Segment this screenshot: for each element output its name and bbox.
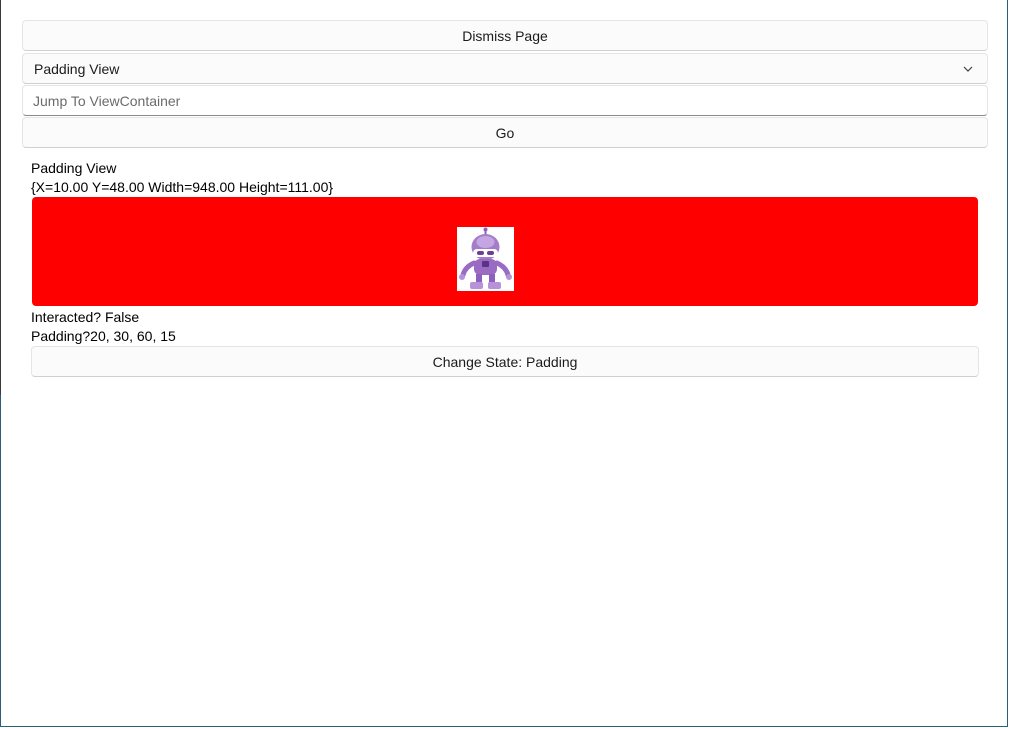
padding-readout: Padding?20, 30, 60, 15 bbox=[31, 328, 176, 344]
jump-to-viewcontainer-input[interactable] bbox=[22, 85, 988, 116]
page-picker-value: Padding View bbox=[34, 60, 120, 77]
view-title: Padding View bbox=[31, 160, 117, 176]
go-button[interactable]: Go bbox=[22, 117, 988, 148]
chevron-down-icon bbox=[963, 66, 973, 72]
interacted-status: Interacted? False bbox=[31, 309, 140, 325]
dotnet-bot-icon bbox=[457, 227, 514, 291]
page-picker[interactable]: Padding View bbox=[22, 53, 988, 84]
window-left-edge bbox=[0, 0, 1, 395]
change-state-button[interactable]: Change State: Padding bbox=[31, 346, 979, 377]
bounds-readout: {X=10.00 Y=48.00 Width=948.00 Height=111… bbox=[31, 179, 334, 195]
dismiss-page-button[interactable]: Dismiss Page bbox=[22, 20, 988, 51]
